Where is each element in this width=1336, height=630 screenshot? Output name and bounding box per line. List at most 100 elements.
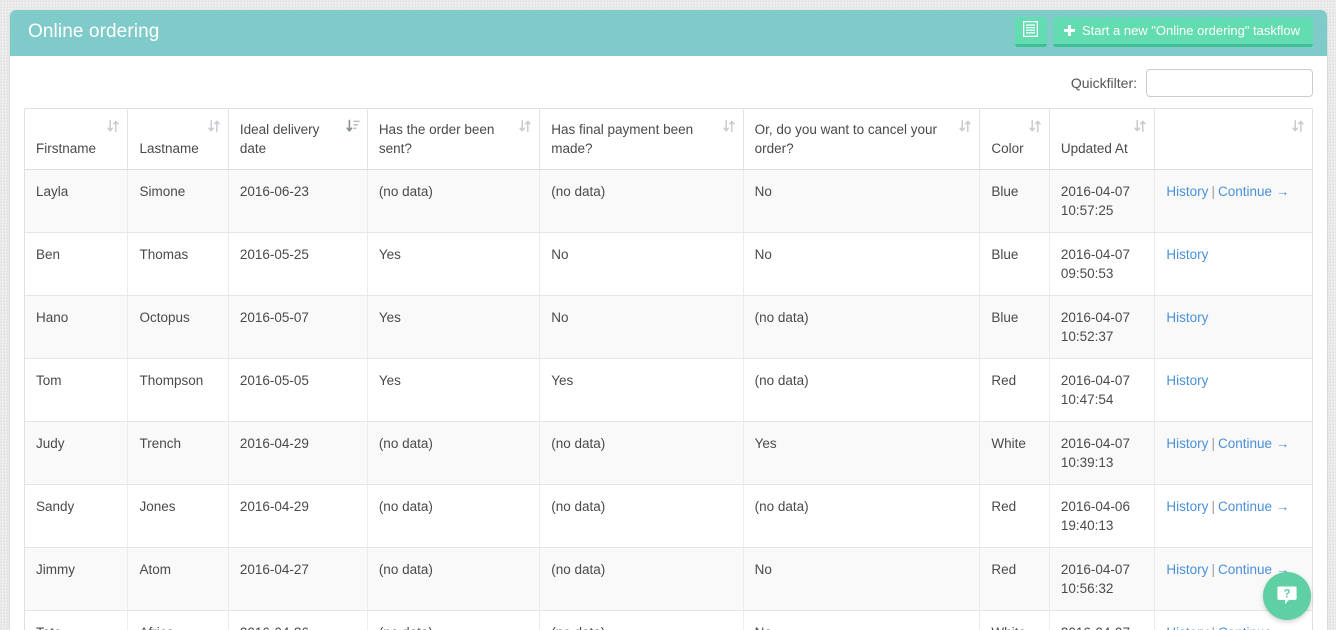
cell-updated-at: 2016-04-07 09:50:53 [1049, 233, 1155, 296]
cell-value: No [551, 310, 568, 325]
continue-link[interactable]: Continue → [1218, 436, 1289, 451]
table-row: JudyTrench2016-04-29(no data)(no data)Ye… [25, 422, 1312, 485]
cell-value: Ben [36, 247, 60, 262]
cell-ideal-delivery-date: 2016-05-25 [228, 233, 367, 296]
taskflow-table: Firstname Lastname Ideal delivery date Has … [25, 109, 1312, 630]
quickfilter-group: Quickfilter: [1071, 69, 1313, 97]
cell-value: (no data) [379, 562, 433, 577]
cell-value: Tom [36, 373, 62, 388]
cell-firstname: Ben [25, 233, 128, 296]
column-header-label: Lastname [139, 141, 198, 156]
cell-cancel-order: No [743, 170, 980, 233]
table-row: BenThomas2016-05-25YesNoNoBlue2016-04-07… [25, 233, 1312, 296]
history-link[interactable]: History [1166, 184, 1208, 199]
panel-header: Online ordering Start a new "Online orde… [10, 10, 1327, 56]
cell-value: 2016-06-23 [240, 184, 309, 199]
continue-link[interactable]: Continue → [1218, 625, 1289, 630]
quickfilter-input[interactable] [1146, 69, 1313, 97]
continue-link[interactable]: Continue → [1218, 499, 1289, 514]
history-link[interactable]: History [1166, 373, 1208, 388]
taskflow-list-button[interactable] [1015, 17, 1047, 47]
svg-text:?: ? [1283, 588, 1290, 600]
cell-actions: History|Continue → [1155, 422, 1312, 485]
cell-value: Africa [139, 625, 174, 630]
cell-value: Atom [139, 562, 171, 577]
table-body: Layla Simone 2016-06-23 (no data) (no data) N… [25, 170, 1312, 630]
start-new-taskflow-button[interactable]: Start a new "Online ordering" taskflow [1053, 17, 1313, 47]
history-link[interactable]: History [1166, 247, 1208, 262]
table-row: LaylaSimone2016-06-23(no data)(no data)N… [25, 170, 1312, 233]
column-header-has-the-order-been-sent[interactable]: Has the order been sent? [367, 109, 539, 170]
cell-value: No [755, 562, 772, 577]
cell-value: Toto [36, 625, 62, 630]
online-ordering-panel: Online ordering Start a new "Online orde… [10, 10, 1327, 630]
cell-value: Jones [139, 499, 175, 514]
cell-cancel-order: (no data) [743, 359, 980, 422]
cell-order-sent: (no data) [367, 422, 539, 485]
column-header-has-final-payment-been-made[interactable]: Has final payment been made? [540, 109, 743, 170]
cell-value: Thomas [139, 247, 188, 262]
column-header-or-do-you-want-to-cancel-your-order[interactable]: Or, do you want to cancel your order? [743, 109, 980, 170]
table-row: HanoOctopus2016-05-07YesNo(no data)Blue2… [25, 296, 1312, 359]
cell-updated-at: 2016-04-07 10:47:54 [1049, 359, 1155, 422]
header-actions: Start a new "Online ordering" taskflow [1015, 17, 1313, 47]
cell-value: No [755, 184, 772, 199]
cell-firstname: Sandy [25, 485, 128, 548]
column-header-label: Ideal delivery date [240, 122, 320, 156]
column-header-label: Updated At [1061, 141, 1128, 156]
cell-value: 2016-04-07 10:47:54 [1061, 373, 1130, 407]
cell-value: 2016-04-29 [240, 499, 309, 514]
cell-final-payment: (no data) [540, 611, 743, 630]
cell-value: 2016-04-26 [240, 625, 309, 630]
cell-color: Blue [980, 170, 1049, 233]
help-chat-button[interactable]: ? [1263, 572, 1311, 620]
cell-actions: History [1155, 296, 1312, 359]
cell-cancel-order: Yes [743, 422, 980, 485]
action-separator: | [1208, 625, 1218, 630]
cell-value: (no data) [551, 184, 605, 199]
cell-lastname: Jones [128, 485, 228, 548]
cell-value: (no data) [755, 373, 809, 388]
cell-value: Blue [991, 310, 1018, 325]
history-link[interactable]: History [1166, 310, 1208, 325]
cell-actions: History|Continue → [1155, 170, 1312, 233]
column-header-ideal-delivery-date[interactable]: Ideal delivery date [228, 109, 367, 170]
column-header-color[interactable]: Color [980, 109, 1049, 170]
column-header-lastname[interactable]: Lastname [128, 109, 228, 170]
cell-lastname: Thompson [128, 359, 228, 422]
cell-value: (no data) [551, 436, 605, 451]
cell-value: (no data) [379, 436, 433, 451]
cell-value: 2016-04-29 [240, 436, 309, 451]
continue-link[interactable]: Continue → [1218, 184, 1289, 199]
cell-value: Octopus [139, 310, 189, 325]
cell-value: (no data) [551, 562, 605, 577]
column-header-firstname[interactable]: Firstname [25, 109, 128, 170]
column-header-actions[interactable] [1155, 109, 1312, 170]
cell-value: Layla [36, 184, 68, 199]
cell-color: Red [980, 485, 1049, 548]
cell-final-payment: Yes [540, 359, 743, 422]
cell-value: 2016-04-06 19:40:13 [1061, 499, 1130, 533]
cell-lastname: Simone [128, 170, 228, 233]
cell-lastname: Trench [128, 422, 228, 485]
cell-value: Yes [379, 373, 401, 388]
column-header-updated-at[interactable]: Updated At [1049, 109, 1155, 170]
cell-order-sent: (no data) [367, 485, 539, 548]
history-link[interactable]: History [1166, 499, 1208, 514]
history-link[interactable]: History [1166, 562, 1208, 577]
cell-value: 2016-05-07 [240, 310, 309, 325]
cell-updated-at: 2016-04-07 10:52:37 [1049, 296, 1155, 359]
cell-value: 2016-04-07 10:54:01 [1061, 625, 1130, 630]
cell-value: Yes [551, 373, 573, 388]
cell-value: Blue [991, 247, 1018, 262]
history-link[interactable]: History [1166, 436, 1208, 451]
quickfilter-row: Quickfilter: [10, 56, 1327, 108]
cell-value: Red [991, 373, 1016, 388]
cell-value: 2016-05-05 [240, 373, 309, 388]
cell-color: Blue [980, 296, 1049, 359]
plus-icon [1064, 25, 1075, 36]
cell-firstname: Tom [25, 359, 128, 422]
history-link[interactable]: History [1166, 625, 1208, 630]
cell-cancel-order: (no data) [743, 296, 980, 359]
cell-value: 2016-04-07 10:39:13 [1061, 436, 1130, 470]
